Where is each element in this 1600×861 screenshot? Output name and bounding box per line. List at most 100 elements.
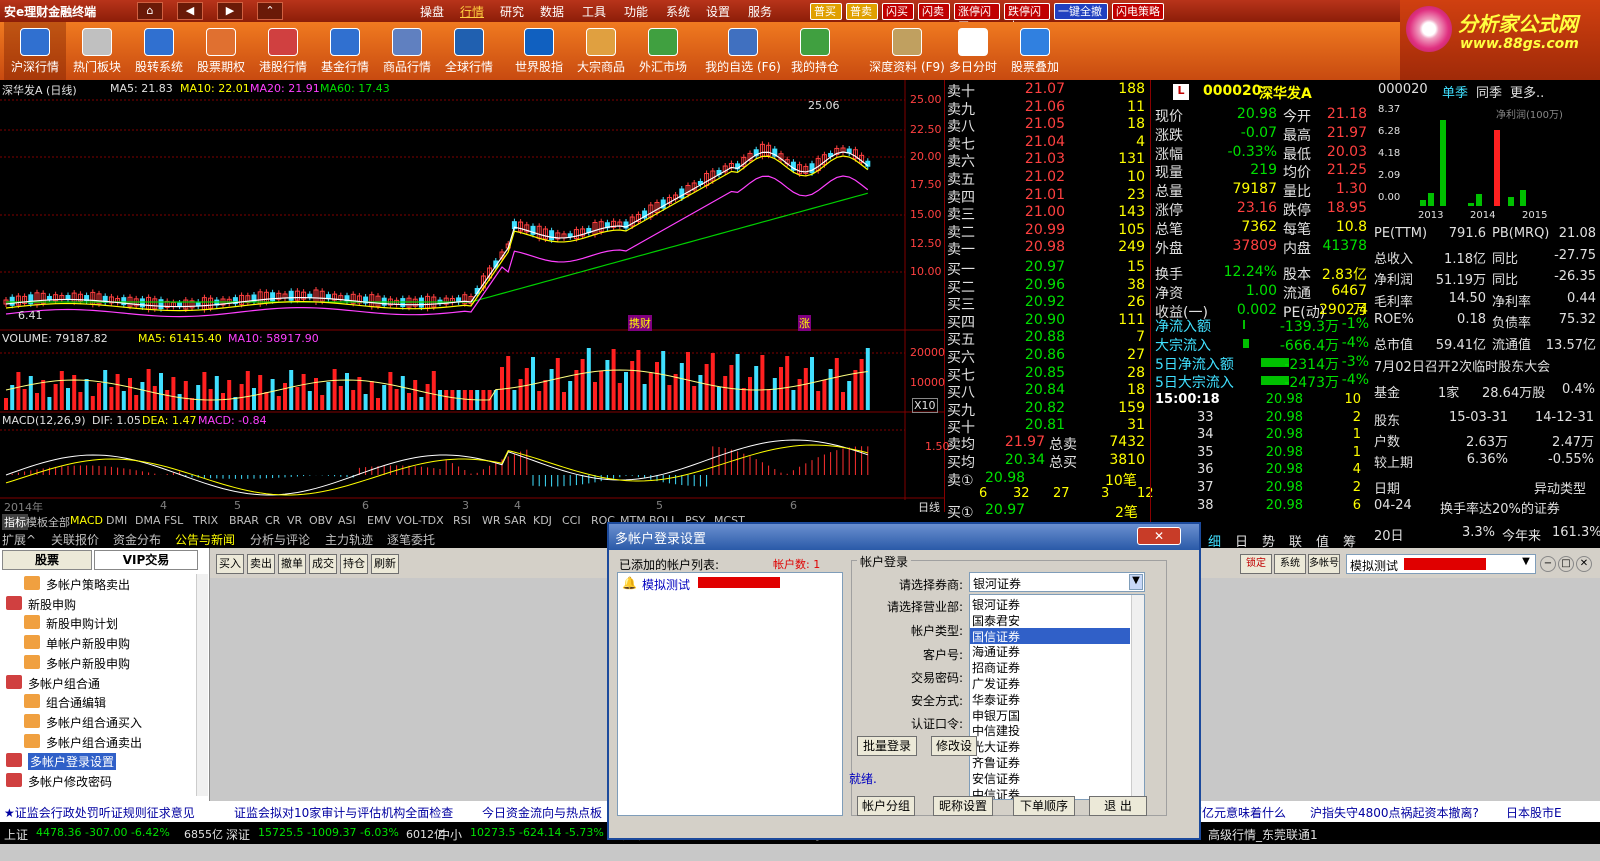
- tree-item-5[interactable]: 多帐户新股申购: [46, 655, 130, 672]
- book-price-10[interactable]: 20.98: [1005, 239, 1065, 257]
- quick-action-5[interactable]: 涨停闪买: [954, 3, 1000, 33]
- indicator-11[interactable]: VR: [285, 514, 304, 527]
- book-price-18[interactable]: 20.84: [1005, 382, 1065, 400]
- index-name-1[interactable]: 上证: [4, 826, 28, 843]
- trade-button-1[interactable]: 买入: [216, 554, 244, 574]
- trade-button-5[interactable]: 持仓: [340, 554, 368, 574]
- broker-option-9[interactable]: 中信建投: [970, 722, 1130, 738]
- indicator-20[interactable]: CCI: [560, 514, 583, 527]
- rise-marker[interactable]: 涨: [798, 315, 811, 331]
- indicator-5[interactable]: DMI: [104, 514, 129, 527]
- menu-item-3[interactable]: 研究: [500, 3, 524, 20]
- dialog-button-1[interactable]: 批量登录: [857, 736, 917, 756]
- toolbar-item-14[interactable]: 深度资料 (F9): [868, 22, 946, 80]
- broker-option-3[interactable]: 国信证券: [970, 627, 1130, 644]
- trade-right-button-1[interactable]: 锁定: [1240, 554, 1272, 574]
- indicator-16[interactable]: RSI: [451, 514, 473, 527]
- broker-option-10[interactable]: 光大证券: [970, 738, 1130, 754]
- tree-scrollbar[interactable]: [196, 574, 208, 796]
- menu-item-1[interactable]: 操盘: [420, 3, 444, 20]
- toolbar-item-5[interactable]: 港股行情: [252, 22, 314, 80]
- toolbar-item-16[interactable]: 股票叠加: [1004, 22, 1066, 80]
- indicator-12[interactable]: OBV: [307, 514, 334, 527]
- ticker-item-1[interactable]: ★证监会行政处罚听证规则征求意见: [4, 804, 195, 821]
- dialog-button-5[interactable]: 下单顺序: [1013, 796, 1075, 816]
- bottom-tab-3[interactable]: 资金分布: [113, 531, 161, 548]
- minimize-icon[interactable]: −: [1540, 556, 1556, 572]
- broker-option-7[interactable]: 华泰证券: [970, 691, 1130, 707]
- trade-button-6[interactable]: 刷新: [371, 554, 399, 574]
- book-price-4[interactable]: 21.04: [1005, 134, 1065, 152]
- quick-action-6[interactable]: 跌停闪卖: [1004, 3, 1050, 33]
- dialog-button-4[interactable]: 昵称设置: [933, 796, 993, 816]
- bottom-tab-5[interactable]: 分析与评论: [250, 531, 310, 548]
- broker-option-1[interactable]: 银河证券: [970, 596, 1130, 612]
- restore-icon[interactable]: □: [1558, 556, 1574, 572]
- book-price-15[interactable]: 20.88: [1005, 329, 1065, 347]
- menu-item-5[interactable]: 工具: [582, 3, 606, 20]
- broker-option-12[interactable]: 安信证券: [970, 770, 1130, 786]
- indicator-15[interactable]: VOL-TDX: [394, 514, 446, 527]
- book-price-17[interactable]: 20.85: [1005, 365, 1065, 383]
- tree-item-6[interactable]: 多帐户组合通: [28, 675, 100, 692]
- book-price-7[interactable]: 21.01: [1005, 187, 1065, 205]
- account-chevron-icon[interactable]: ▼: [1518, 556, 1534, 572]
- book-price-3[interactable]: 21.05: [1005, 116, 1065, 134]
- book-price-8[interactable]: 21.00: [1005, 204, 1065, 222]
- broker-option-6[interactable]: 广发证券: [970, 675, 1130, 691]
- dialog-close-icon[interactable]: ✕: [1137, 527, 1181, 545]
- bottom-tab-2[interactable]: 关联报价: [51, 531, 99, 548]
- tree-item-1[interactable]: 多帐户策略卖出: [46, 576, 130, 593]
- home-button[interactable]: ⌂: [137, 2, 163, 20]
- toolbar-item-2[interactable]: 热门板块: [66, 22, 128, 80]
- toolbar-item-13[interactable]: 我的持仓: [784, 22, 846, 80]
- tree-item-8[interactable]: 多帐户组合通买入: [46, 714, 142, 731]
- toolbar-item-7[interactable]: 商品行情: [376, 22, 438, 80]
- toolbar-item-15[interactable]: 多日分时: [942, 22, 1004, 80]
- account-list[interactable]: 🔔 模拟测试: [617, 572, 843, 816]
- indicator-18[interactable]: SAR: [502, 514, 528, 527]
- tree-item-7[interactable]: 组合通编辑: [46, 694, 106, 711]
- book-price-6[interactable]: 21.02: [1005, 169, 1065, 187]
- menu-item-4[interactable]: 数据: [540, 3, 564, 20]
- ticker-item-6[interactable]: 日本股市E: [1506, 804, 1562, 821]
- trade-right-button-2[interactable]: 系统: [1274, 554, 1306, 574]
- book-price-2[interactable]: 21.06: [1005, 99, 1065, 117]
- quick-action-4[interactable]: 闪卖: [918, 3, 950, 20]
- trade-right-button-3[interactable]: 多帐号: [1308, 554, 1340, 574]
- ticker-item-5[interactable]: 沪指失守4800点祸起资本撤离?: [1310, 804, 1479, 821]
- ticker-item-4[interactable]: 万亿元意味着什么: [1190, 804, 1286, 821]
- toolbar-item-1[interactable]: 沪深行情: [4, 22, 66, 80]
- broker-dropdown[interactable]: 银河证券 国泰君安 国信证券 海通证券 招商证券 广发证券 华泰证券 申银万国 中信建投 光大证券…: [969, 594, 1145, 800]
- fund-tab-2[interactable]: 同季: [1476, 82, 1502, 101]
- toolbar-item-11[interactable]: 外汇市场: [632, 22, 694, 80]
- book-price-13[interactable]: 20.92: [1005, 294, 1065, 312]
- bottom-tab-7[interactable]: 逐笔委托: [387, 531, 435, 548]
- tree-item-9[interactable]: 多帐户组合通卖出: [46, 734, 142, 751]
- ticker-item-3[interactable]: 今日资金流向与热点板: [482, 804, 602, 821]
- account-item[interactable]: 模拟测试: [642, 576, 690, 593]
- bottom-tab-1[interactable]: 扩展^: [2, 531, 36, 548]
- toolbar-item-12[interactable]: 我的自选 (F6): [704, 22, 782, 80]
- quick-action-2[interactable]: 普卖: [846, 3, 878, 20]
- bottom-tab-6[interactable]: 主力轨迹: [325, 531, 373, 548]
- toolbar-item-9[interactable]: 世界股指: [508, 22, 570, 80]
- broker-select[interactable]: 银河证券: [969, 572, 1145, 592]
- close-icon[interactable]: ✕: [1576, 556, 1592, 572]
- indicator-10[interactable]: CR: [263, 514, 282, 527]
- indicator-4[interactable]: MACD: [68, 514, 105, 527]
- book-price-1[interactable]: 21.07: [1005, 81, 1065, 99]
- kline-chart[interactable]: 深华发A (日线) MA5: 21.83 MA10: 22.01 MA20: 2…: [0, 80, 950, 514]
- menu-item-7[interactable]: 系统: [666, 3, 690, 20]
- toolbar-item-8[interactable]: 全球行情: [438, 22, 500, 80]
- broker-dropdown-scrollbar[interactable]: [1131, 595, 1144, 799]
- toolbar-item-4[interactable]: 股票期权: [190, 22, 252, 80]
- toolbar-item-3[interactable]: 股转系统: [128, 22, 190, 80]
- quick-action-3[interactable]: 闪买: [882, 3, 914, 20]
- menu-item-8[interactable]: 设置: [706, 3, 730, 20]
- fund-tab-3[interactable]: 更多..: [1510, 82, 1544, 101]
- quick-action-7[interactable]: 一键全撤: [1054, 3, 1108, 20]
- quick-action-1[interactable]: 普买: [810, 3, 842, 20]
- toolbar-item-10[interactable]: 大宗商品: [570, 22, 632, 80]
- book-price-16[interactable]: 20.86: [1005, 347, 1065, 365]
